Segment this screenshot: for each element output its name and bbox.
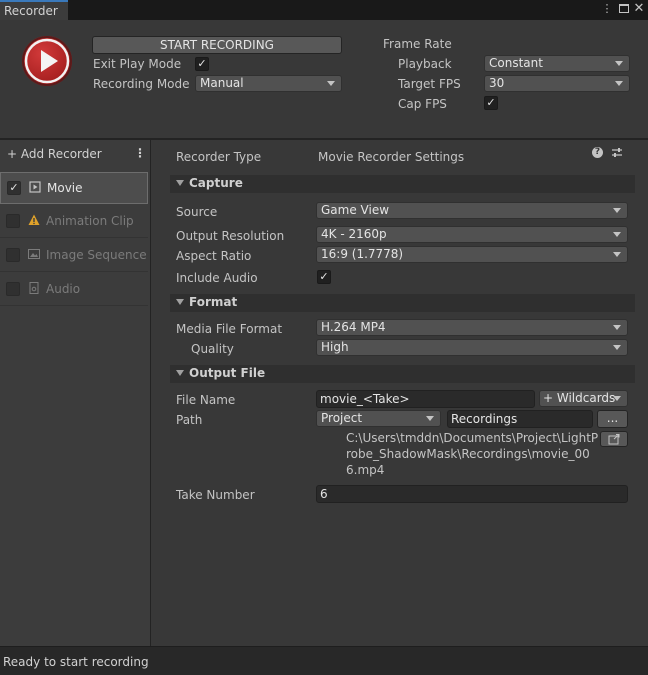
browse-button[interactable]: ...: [597, 410, 628, 428]
recorder-item-movie[interactable]: ✓ Movie: [0, 172, 148, 204]
file-name-label: File Name: [176, 393, 236, 407]
output-resolution-value: 4K - 2160p: [321, 227, 387, 241]
chevron-down-icon: [327, 81, 335, 86]
recorder-item-audio[interactable]: Audio: [0, 274, 148, 306]
recorder-item-label: Image Sequence: [46, 248, 147, 262]
source-label: Source: [176, 205, 218, 219]
target-fps-label: Target FPS: [398, 77, 461, 91]
include-audio-checkbox[interactable]: ✓: [317, 270, 331, 284]
presets-icon[interactable]: [611, 147, 623, 159]
path-root-value: Project: [321, 411, 363, 425]
warning-icon: [28, 214, 40, 225]
aspect-ratio-value: 16:9 (1.7778): [321, 247, 404, 261]
frame-rate-label: Frame Rate: [383, 37, 452, 51]
source-value: Game View: [321, 203, 390, 217]
close-icon[interactable]: ✕: [632, 1, 646, 16]
quality-label: Quality: [191, 342, 234, 356]
recorder-item-animation-clip[interactable]: Animation Clip: [0, 206, 148, 238]
cap-fps-checkbox[interactable]: ✓: [484, 96, 498, 110]
chevron-down-icon: [426, 416, 434, 421]
exit-play-mode-label: Exit Play Mode: [93, 57, 182, 71]
status-text: Ready to start recording: [3, 655, 149, 669]
output-resolution-dropdown[interactable]: 4K - 2160p: [316, 226, 628, 243]
chevron-down-icon: [613, 325, 621, 330]
output-resolution-label: Output Resolution: [176, 229, 285, 243]
output-file-section-title: Output File: [189, 366, 266, 380]
quality-dropdown[interactable]: High: [316, 339, 628, 356]
recorder-item-label: Movie: [47, 181, 83, 195]
window-tab-bar: [0, 0, 648, 20]
chevron-down-icon: [615, 81, 623, 86]
target-fps-dropdown[interactable]: 30: [484, 75, 630, 92]
aspect-ratio-label: Aspect Ratio: [176, 249, 252, 263]
output-file-section-header[interactable]: Output File: [170, 365, 635, 383]
reveal-in-explorer-button[interactable]: [600, 431, 628, 447]
record-button[interactable]: [22, 36, 72, 86]
file-name-input[interactable]: movie_<Take>: [316, 390, 535, 408]
foldout-arrow-icon: [176, 370, 184, 376]
foldout-arrow-icon: [176, 299, 184, 305]
capture-section-title: Capture: [189, 176, 243, 190]
movie-icon: [29, 181, 41, 193]
image-icon: [28, 249, 40, 259]
chevron-down-icon: [613, 208, 621, 213]
recording-mode-value: Manual: [200, 76, 244, 90]
format-section-title: Format: [189, 295, 238, 309]
start-recording-button[interactable]: START RECORDING: [92, 36, 342, 54]
media-file-format-dropdown[interactable]: H.264 MP4: [316, 319, 628, 336]
format-section-header[interactable]: Format: [170, 294, 635, 312]
path-label: Path: [176, 413, 203, 427]
chevron-down-icon: [613, 252, 621, 257]
kebab-menu-icon[interactable]: ⋮: [600, 2, 614, 15]
exit-play-mode-checkbox[interactable]: ✓: [195, 57, 209, 71]
recorder-enabled-checkbox[interactable]: [6, 282, 20, 296]
recorder-enabled-checkbox[interactable]: [6, 248, 20, 262]
recorder-list-options-icon[interactable]: ⋮: [134, 146, 146, 160]
chevron-down-icon: [613, 396, 621, 401]
cap-fps-label: Cap FPS: [398, 97, 447, 111]
recorder-type-value: Movie Recorder Settings: [318, 150, 465, 164]
playback-dropdown[interactable]: Constant: [484, 55, 630, 72]
status-bar: Ready to start recording: [0, 646, 648, 675]
aspect-ratio-dropdown[interactable]: 16:9 (1.7778): [316, 246, 628, 263]
chevron-down-icon: [615, 61, 623, 66]
recording-mode-label: Recording Mode: [93, 77, 190, 91]
recorder-enabled-checkbox[interactable]: ✓: [7, 181, 21, 195]
take-number-input[interactable]: 6: [316, 485, 628, 503]
open-folder-icon: [608, 434, 620, 445]
chevron-down-icon: [613, 232, 621, 237]
capture-section-header[interactable]: Capture: [170, 175, 635, 193]
full-output-path: C:\Users\tmddn\Documents\Project\LightPr…: [346, 431, 599, 477]
source-dropdown[interactable]: Game View: [316, 202, 628, 219]
play-icon: [24, 38, 70, 84]
recording-mode-dropdown[interactable]: Manual: [195, 75, 342, 92]
media-file-format-label: Media File Format: [176, 322, 283, 336]
wildcards-dropdown[interactable]: + Wildcards: [539, 390, 628, 407]
media-file-format-value: H.264 MP4: [321, 320, 386, 334]
recorder-item-image-sequence[interactable]: Image Sequence: [0, 240, 148, 272]
audio-icon: [29, 282, 39, 294]
include-audio-label: Include Audio: [176, 271, 258, 285]
foldout-arrow-icon: [176, 180, 184, 186]
recorder-enabled-checkbox[interactable]: [6, 214, 20, 228]
chevron-down-icon: [613, 345, 621, 350]
playback-label: Playback: [398, 57, 452, 71]
take-number-label: Take Number: [176, 488, 255, 502]
playback-value: Constant: [489, 56, 543, 70]
path-folder-input[interactable]: Recordings: [447, 410, 593, 428]
path-root-dropdown[interactable]: Project: [316, 410, 441, 427]
recorder-tab[interactable]: Recorder: [0, 0, 68, 20]
recorder-item-label: Animation Clip: [46, 214, 134, 228]
add-recorder-button[interactable]: + Add Recorder: [7, 147, 102, 161]
recorder-type-label: Recorder Type: [176, 150, 262, 164]
maximize-icon[interactable]: [619, 4, 629, 13]
wildcards-label: + Wildcards: [543, 391, 616, 405]
target-fps-value: 30: [489, 76, 505, 90]
help-icon[interactable]: ?: [592, 147, 603, 158]
recorder-tab-label: Recorder: [4, 4, 58, 18]
quality-value: High: [321, 340, 349, 354]
recorder-item-label: Audio: [46, 282, 81, 296]
